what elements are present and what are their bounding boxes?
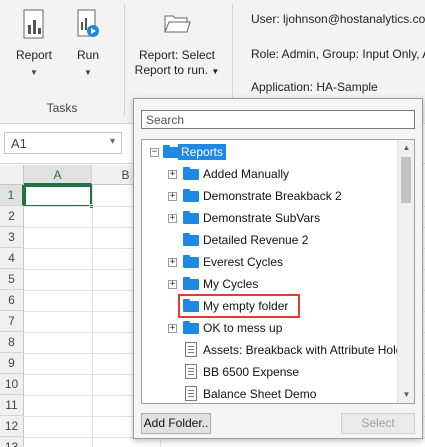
row-header[interactable]: 4	[0, 248, 24, 269]
row-header[interactable]: 13	[0, 437, 24, 447]
scroll-down-icon[interactable]: ▼	[398, 387, 414, 403]
folder-icon	[183, 277, 199, 290]
add-folder-button[interactable]: Add Folder..	[141, 413, 211, 434]
tree-folder-item[interactable]: + OK to mess up	[142, 317, 397, 339]
chevron-down-icon: ▼	[84, 68, 92, 77]
row-header[interactable]: 12	[0, 416, 24, 437]
folder-icon	[183, 321, 199, 334]
select-report-line2: Report to run. ▼	[134, 63, 220, 77]
selected-cell-a1[interactable]	[24, 185, 94, 209]
tree-item-label: My Cycles	[203, 277, 259, 291]
folder-icon	[183, 211, 199, 224]
folder-open-icon	[164, 15, 191, 33]
scroll-up-icon[interactable]: ▲	[398, 140, 414, 156]
highlight-annotation-box	[178, 294, 300, 318]
tree-folder-item[interactable]: My empty folder	[142, 294, 397, 318]
row-header[interactable]: 5	[0, 269, 24, 290]
report-document-icon	[185, 386, 197, 401]
run-icon	[77, 9, 99, 37]
select-all-corner[interactable]	[0, 165, 24, 185]
report-button[interactable]: Report ▼	[14, 8, 54, 80]
tree-report-item[interactable]: Balance Sheet Demo	[142, 383, 397, 403]
report-document-icon	[185, 364, 197, 379]
expand-icon[interactable]: +	[168, 192, 177, 201]
select-report-button[interactable]: Report: Select Report to run. ▼	[134, 8, 220, 79]
report-document-icon	[185, 342, 197, 357]
expand-icon[interactable]: +	[168, 324, 177, 333]
column-header-a[interactable]: A	[24, 165, 92, 185]
report-picker-panel: − Reports + Added Manually + Demonstrate Br…	[133, 98, 423, 439]
chevron-down-icon: ▾	[109, 136, 115, 147]
folder-icon	[163, 145, 179, 158]
tree-item-label: Demonstrate Breakback 2	[203, 189, 342, 203]
tree-folder-item[interactable]: + Everest Cycles	[142, 251, 397, 273]
row-header[interactable]: 9	[0, 353, 24, 374]
row-header[interactable]: 8	[0, 332, 24, 353]
ribbon-separator	[124, 4, 125, 116]
expand-icon[interactable]: +	[168, 258, 177, 267]
row-header[interactable]: 11	[0, 395, 24, 416]
cell-reference: A1	[11, 136, 27, 151]
tree-scrollbar[interactable]: ▲ ▼	[397, 140, 414, 403]
row-header[interactable]: 2	[0, 206, 24, 227]
report-icon	[23, 9, 44, 39]
tree-root-reports[interactable]: − Reports	[142, 141, 397, 163]
folder-icon	[183, 167, 199, 180]
folder-icon	[183, 255, 199, 268]
tree-item-label: Demonstrate SubVars	[203, 211, 321, 225]
application-info: Application: HA-Sample	[251, 80, 378, 94]
expand-icon[interactable]: +	[168, 280, 177, 289]
row-header[interactable]: 6	[0, 290, 24, 311]
search-input[interactable]	[141, 110, 415, 129]
role-info: Role: Admin, Group: Input Only, A	[251, 47, 425, 61]
select-report-line1: Report: Select	[138, 48, 216, 62]
tree-report-item[interactable]: BB 6500 Expense	[142, 361, 397, 383]
tree-item-label: Balance Sheet Demo	[203, 387, 317, 401]
tree-item-label: BB 6500 Expense	[203, 365, 300, 379]
scrollbar-thumb[interactable]	[401, 157, 411, 203]
expand-icon[interactable]: +	[168, 214, 177, 223]
tree-report-item[interactable]: Assets: Breakback with Attribute Hold	[142, 339, 402, 361]
tasks-group-label: Tasks	[46, 101, 78, 115]
folder-icon	[183, 233, 199, 246]
row-header[interactable]: 10	[0, 374, 24, 395]
report-tree[interactable]: − Reports + Added Manually + Demonstrate Br…	[141, 139, 415, 404]
tree-folder-item[interactable]: Detailed Revenue 2	[142, 229, 397, 251]
expand-icon[interactable]: +	[168, 170, 177, 179]
report-button-label: Report	[15, 48, 53, 62]
tree-folder-item[interactable]: + My Cycles	[142, 273, 397, 295]
tree-item-label: Assets: Breakback with Attribute Hold	[203, 343, 403, 357]
name-box[interactable]: A1 ▾	[4, 132, 122, 154]
tree-root-label: Reports	[178, 144, 227, 160]
tree-folder-item[interactable]: + Added Manually	[142, 163, 397, 185]
user-info: User: ljohnson@hostanalytics.com	[251, 12, 425, 26]
row-header[interactable]: 3	[0, 227, 24, 248]
run-button[interactable]: Run ▼	[70, 8, 106, 80]
run-button-label: Run	[76, 48, 99, 62]
chevron-down-icon: ▼	[30, 68, 38, 77]
collapse-icon[interactable]: −	[150, 148, 159, 157]
tree-folder-item[interactable]: + Demonstrate Breakback 2	[142, 185, 397, 207]
tree-folder-item[interactable]: + Demonstrate SubVars	[142, 207, 397, 229]
row-header[interactable]: 1	[0, 185, 24, 206]
row-header[interactable]: 7	[0, 311, 24, 332]
tree-item-label: Detailed Revenue 2	[203, 233, 309, 247]
tree-item-label: Everest Cycles	[203, 255, 284, 269]
select-button[interactable]: Select	[341, 413, 415, 434]
folder-icon	[183, 189, 199, 202]
tree-item-label: Added Manually	[203, 167, 290, 181]
tree-item-label: OK to mess up	[203, 321, 283, 335]
gridline	[92, 185, 93, 447]
